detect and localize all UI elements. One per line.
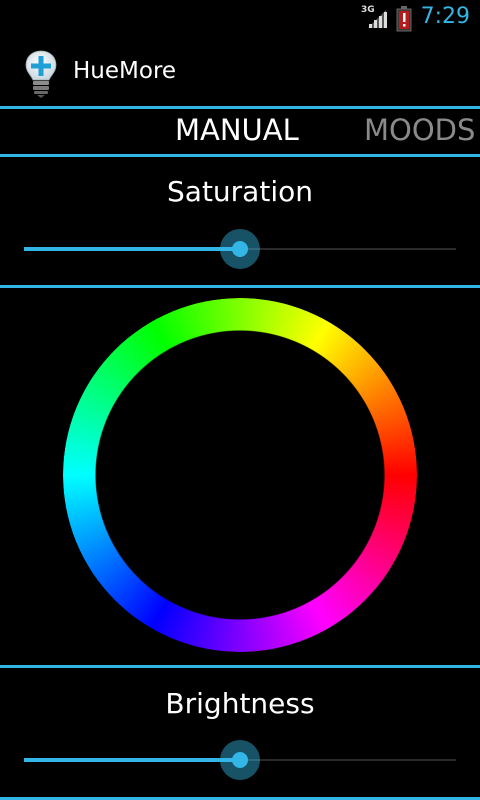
brightness-slider[interactable]	[24, 738, 456, 782]
lightbulb-plus-icon[interactable]	[24, 49, 58, 99]
tab-moods[interactable]: MOODS	[364, 113, 475, 147]
action-bar: HueMore	[0, 38, 480, 106]
saturation-slider-fill	[24, 247, 240, 251]
brightness-slider-thumb[interactable]	[218, 738, 262, 782]
clock-time: 7:29	[420, 4, 470, 29]
brightness-slider-fill	[24, 758, 240, 762]
brightness-label: Brightness	[165, 687, 315, 720]
saturation-label: Saturation	[167, 175, 313, 208]
section-divider-top	[0, 285, 480, 288]
saturation-slider-thumb[interactable]	[218, 227, 262, 271]
signal-bars-icon	[368, 10, 387, 28]
tab-strip: MANUAL MOODS	[0, 109, 480, 154]
status-bar: 3G 7:29	[0, 0, 480, 38]
tab-divider	[0, 154, 480, 157]
saturation-slider[interactable]	[24, 227, 456, 271]
section-divider-bottom	[0, 665, 480, 668]
hue-color-wheel[interactable]	[63, 298, 417, 652]
tab-manual[interactable]: MANUAL	[175, 113, 299, 147]
app-title: HueMore	[73, 58, 177, 84]
battery-alert-icon	[396, 6, 412, 32]
